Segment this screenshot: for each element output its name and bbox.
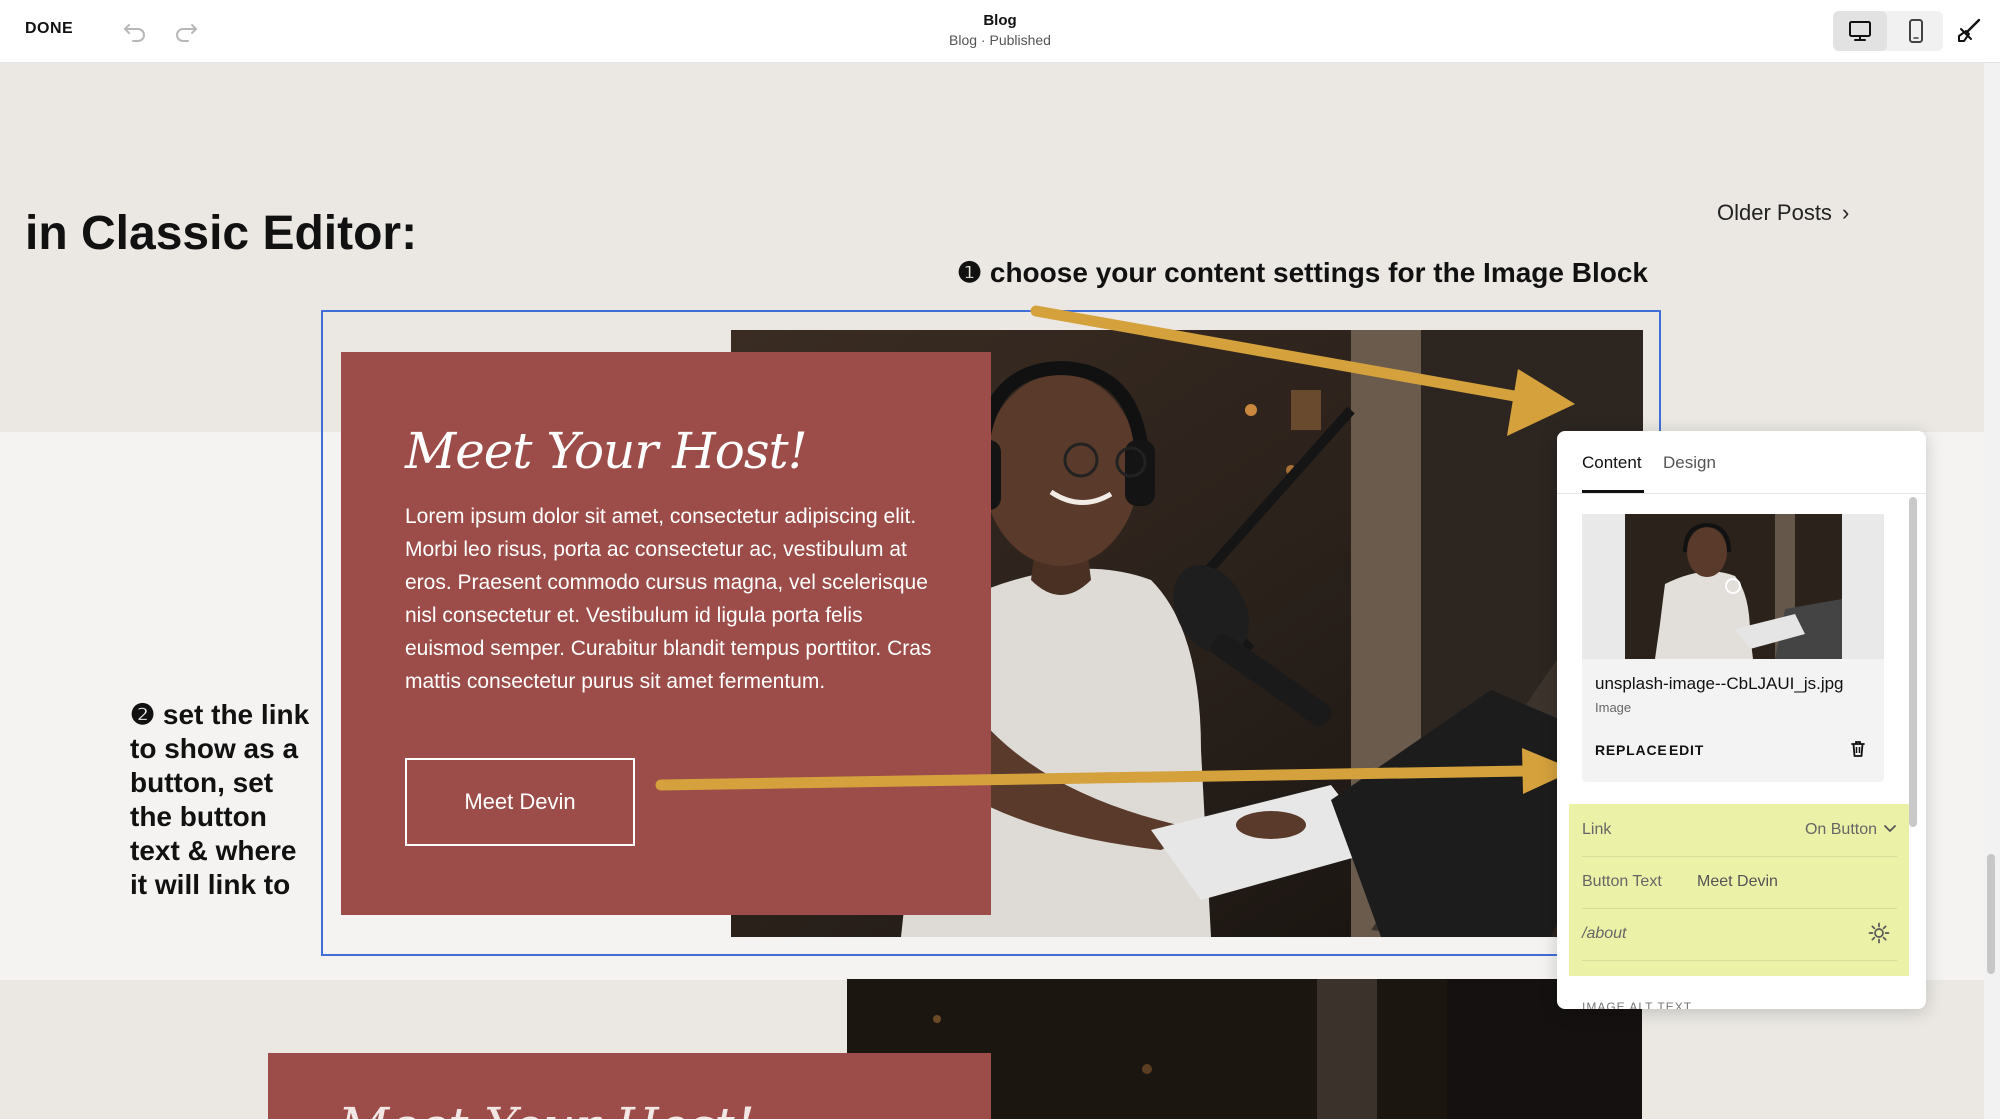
tab-design[interactable]: Design — [1663, 453, 1716, 473]
panel-scrollbar[interactable] — [1909, 497, 1917, 827]
image-thumbnail[interactable] — [1625, 514, 1842, 659]
page-status: Blog · Published — [949, 32, 1051, 48]
link-mode-select[interactable]: On Button — [1805, 821, 1877, 839]
link-url-input[interactable]: /about — [1582, 925, 1626, 943]
button-text-label: Button Text — [1582, 873, 1662, 890]
image-file-card: unsplash-image--CbLJAUI_js.jpg Image REP… — [1582, 514, 1884, 782]
link-url-row: /about — [1582, 908, 1897, 961]
image-file-type: Image — [1595, 700, 1632, 715]
thumbnail-photo — [1625, 514, 1842, 659]
mobile-icon — [1909, 19, 1923, 43]
page-scrollbar[interactable] — [1984, 62, 2000, 1119]
chevron-right-icon: › — [1841, 200, 1850, 225]
editor-top-bar: DONE Blog Blog · Published — [0, 0, 2000, 63]
link-settings-section: Link On Button Button Text Meet Devin /a… — [1569, 804, 1909, 976]
older-posts-label: Older Posts — [1717, 200, 1832, 225]
mobile-view-button[interactable] — [1889, 11, 1943, 51]
active-tab-indicator — [1582, 490, 1644, 493]
button-text-row: Button Text Meet Devin — [1582, 856, 1897, 909]
next-overlay-card: Meet Your Host! — [268, 1053, 991, 1119]
site-styles-button[interactable] — [1953, 15, 1985, 47]
older-posts-link[interactable]: Older Posts › — [1717, 200, 1849, 226]
image-alt-text-label: IMAGE ALT TEXT — [1582, 1000, 1693, 1009]
page-scrollbar-thumb[interactable] — [1987, 854, 1995, 974]
paintbrush-icon — [1958, 18, 1981, 42]
annotation-heading: in Classic Editor: — [25, 207, 418, 260]
image-file-name: unsplash-image--CbLJAUI_js.jpg — [1595, 674, 1844, 693]
link-mode-row[interactable]: Link On Button — [1582, 804, 1897, 857]
desktop-icon — [1849, 21, 1871, 41]
tab-content[interactable]: Content — [1582, 453, 1642, 473]
annotation-step-1: ❶ choose your content settings for the I… — [957, 257, 1648, 288]
desktop-view-button[interactable] — [1833, 11, 1887, 51]
image-block-settings-panel: Content Design unsplash-image--CbLJAUI_j… — [1557, 431, 1926, 1009]
gear-icon[interactable] — [1867, 921, 1891, 945]
delete-image-button[interactable] — [1847, 738, 1869, 760]
page-title: Blog — [983, 12, 1017, 29]
edit-image-button[interactable]: EDIT — [1669, 742, 1704, 758]
page-title-block: Blog Blog · Published — [0, 12, 2000, 48]
page-canvas: in Classic Editor: Older Posts › ❶ choose… — [0, 62, 1984, 1119]
replace-image-button[interactable]: REPLACE — [1595, 742, 1668, 758]
trash-icon — [1851, 741, 1865, 757]
panel-tabs: Content Design — [1557, 431, 1926, 494]
annotation-step-2: ❷ set the link to show as a button, set … — [130, 699, 310, 900]
device-view-toggle — [1833, 11, 1943, 51]
next-card-heading: Meet Your Host! — [338, 1097, 755, 1119]
image-preview-area — [1582, 514, 1884, 659]
link-label: Link — [1582, 821, 1612, 838]
button-text-input[interactable]: Meet Devin — [1697, 873, 1778, 891]
image-block-selection-outline[interactable] — [321, 310, 1661, 956]
chevron-down-icon — [1884, 825, 1896, 832]
